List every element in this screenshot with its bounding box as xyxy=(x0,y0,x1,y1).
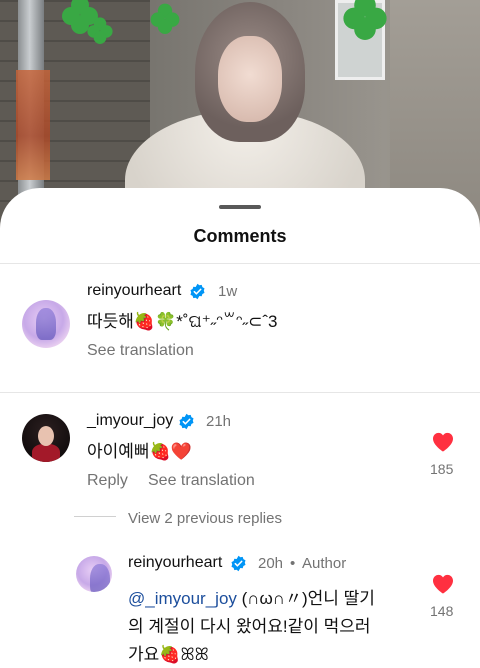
comment-text: 아이예뻐🍓❤️ xyxy=(87,442,192,461)
reply-time: 20h xyxy=(258,555,284,572)
see-translation-link[interactable]: See translation xyxy=(148,472,255,490)
heart-icon[interactable] xyxy=(432,574,454,594)
header-divider xyxy=(0,263,480,264)
avatar[interactable] xyxy=(22,300,70,348)
sheet-title: Comments xyxy=(193,226,287,246)
comment-time: 1w xyxy=(218,283,238,300)
see-translation-link[interactable]: See translation xyxy=(87,342,194,360)
sheet-drag-handle[interactable] xyxy=(219,205,261,209)
like-count: 185 xyxy=(430,461,454,477)
mention-link[interactable]: @_imyour_joy xyxy=(128,589,237,608)
pole-sticker xyxy=(16,70,50,180)
avatar[interactable] xyxy=(76,556,112,592)
verified-badge-icon xyxy=(179,413,194,430)
comment-username[interactable]: reinyourheart xyxy=(87,282,181,300)
comments-sheet: Comments reinyourheart 1w 따듯해🍓🍀*˚ଘ⁺˶ᵔ꒳ᵔ˶… xyxy=(0,188,480,668)
reply-separator: • xyxy=(290,555,296,572)
clover-sticker xyxy=(86,16,114,44)
reply-text-line-1: @_imyour_joy (∩ω∩〃)언니 딸기 xyxy=(128,585,375,613)
author-tag: Author xyxy=(302,555,347,572)
reply-text-line-2: 의 계절이 다시 왔어요!같이 먹으러 xyxy=(128,617,371,636)
clover-sticker xyxy=(149,2,181,34)
comment-divider xyxy=(0,392,480,393)
reply-thread-line xyxy=(74,516,116,517)
verified-badge-icon xyxy=(190,283,205,300)
comment-username[interactable]: _imyour_joy xyxy=(87,412,173,430)
reply-text-line-3: 가요🍓ꕤꕤ xyxy=(128,645,209,664)
person-face xyxy=(218,36,282,122)
reply-text-part: (∩ω∩〃)언니 딸기 xyxy=(236,589,375,608)
like-count: 148 xyxy=(430,603,454,619)
heart-icon[interactable] xyxy=(432,432,454,452)
reply-button[interactable]: Reply xyxy=(87,472,128,490)
view-replies-link[interactable]: View 2 previous replies xyxy=(128,510,282,527)
clover-sticker xyxy=(341,0,389,40)
comment-time: 21h xyxy=(206,413,232,430)
avatar[interactable] xyxy=(22,414,70,462)
verified-badge-icon xyxy=(231,555,246,572)
comment-text: 따듯해🍓🍀*˚ଘ⁺˶ᵔ꒳ᵔ˶⊂ˆ3 xyxy=(87,312,278,331)
reply-username[interactable]: reinyourheart xyxy=(128,554,222,572)
